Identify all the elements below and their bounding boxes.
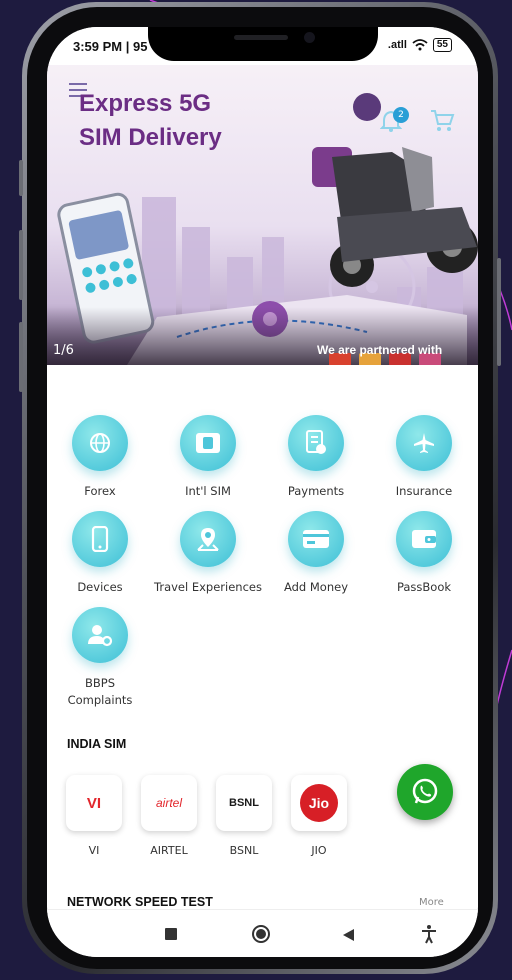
battery-icon: 55 xyxy=(432,38,452,52)
sim-label: AIRTEL xyxy=(150,844,188,857)
phone-notch xyxy=(148,27,378,61)
service-insurance[interactable]: Insurance xyxy=(370,415,478,500)
sim-card-icon xyxy=(180,415,236,471)
phone-screen: 3:59 PM | 95 .atll 55 Express 5G SIM Del… xyxy=(47,27,478,957)
globe-icon xyxy=(72,415,128,471)
system-nav-bar xyxy=(47,909,478,957)
whatsapp-chat-button[interactable] xyxy=(397,764,453,820)
more-link[interactable]: More xyxy=(419,897,444,908)
slide-counter: 1/6 xyxy=(53,343,74,358)
volume-down-button xyxy=(19,322,23,392)
jio-logo: Jio xyxy=(308,795,330,811)
home-button[interactable] xyxy=(251,924,271,948)
status-indicators: .atll 55 xyxy=(388,38,452,52)
sim-label: VI xyxy=(88,844,100,857)
cart-icon[interactable] xyxy=(429,107,455,133)
sim-label: BSNL xyxy=(229,844,259,857)
bill-icon xyxy=(288,415,344,471)
jio-logo-circle: Jio xyxy=(300,784,338,822)
india-sim-title: INDIA SIM xyxy=(67,737,127,751)
back-triangle-icon xyxy=(343,929,354,941)
partner-text: We are partnered with xyxy=(317,343,443,357)
vi-logo: VI xyxy=(86,794,102,812)
service-label: Devices xyxy=(77,580,123,594)
sim-operator-airtel[interactable]: airtel xyxy=(141,775,197,831)
service-payments[interactable]: Payments xyxy=(262,415,370,500)
user-settings-icon xyxy=(72,607,128,663)
home-circle-icon xyxy=(252,925,270,943)
service-label: Insurance xyxy=(395,484,453,498)
status-time: 3:59 PM | 95 xyxy=(73,39,148,54)
service-passbook[interactable]: PassBook xyxy=(370,511,478,596)
location-pin-icon xyxy=(180,511,236,567)
speed-test-title: NETWORK SPEED TEST xyxy=(67,895,213,909)
phone-icon xyxy=(72,511,128,567)
front-camera xyxy=(304,32,315,43)
sim-operator-bsnl[interactable]: BSNL xyxy=(216,775,272,831)
recents-button[interactable] xyxy=(165,928,177,940)
service-label: Forex xyxy=(84,484,116,498)
service-label: Payments xyxy=(287,484,345,498)
service-label: Travel Experiences xyxy=(154,580,262,594)
service-add-money[interactable]: Add Money xyxy=(262,511,370,596)
promo-banner[interactable]: Express 5G SIM Delivery 2 1/6 We are par… xyxy=(47,57,478,365)
bsnl-logo: BSNL xyxy=(229,797,259,809)
sim-operator-jio[interactable]: Jio xyxy=(291,775,347,831)
service-label: Add Money xyxy=(283,580,349,594)
service-forex[interactable]: Forex xyxy=(47,415,154,500)
service-bbps-complaints[interactable]: BBPS Complaints xyxy=(47,607,154,709)
back-button[interactable] xyxy=(342,927,355,946)
notification-badge: 2 xyxy=(393,107,409,123)
accessibility-button[interactable] xyxy=(421,924,437,948)
square-icon xyxy=(165,928,177,940)
card-icon xyxy=(288,511,344,567)
airplane-icon xyxy=(396,415,452,471)
service-label: BBPS Complaints xyxy=(67,676,133,707)
signal-icon: .atll xyxy=(387,39,407,51)
service-intl-sim[interactable]: Int'l SIM xyxy=(154,415,262,500)
service-label: PassBook xyxy=(396,580,452,594)
service-travel-experiences[interactable]: Travel Experiences xyxy=(154,511,262,596)
sim-operator-vi[interactable]: VI xyxy=(66,775,122,831)
service-devices[interactable]: Devices xyxy=(47,511,154,596)
wifi-icon xyxy=(412,39,428,51)
accessibility-icon xyxy=(422,925,436,944)
speaker-grille xyxy=(234,35,288,40)
whatsapp-icon xyxy=(412,778,438,804)
sim-label: JIO xyxy=(311,844,327,857)
airtel-logo: airtel xyxy=(155,796,182,810)
service-label: Int'l SIM xyxy=(185,484,231,498)
volume-up-button xyxy=(19,230,23,300)
banner-title: Express 5G SIM Delivery xyxy=(79,90,222,151)
wallet-icon xyxy=(396,511,452,567)
silent-switch xyxy=(19,160,23,196)
power-button xyxy=(497,258,501,366)
